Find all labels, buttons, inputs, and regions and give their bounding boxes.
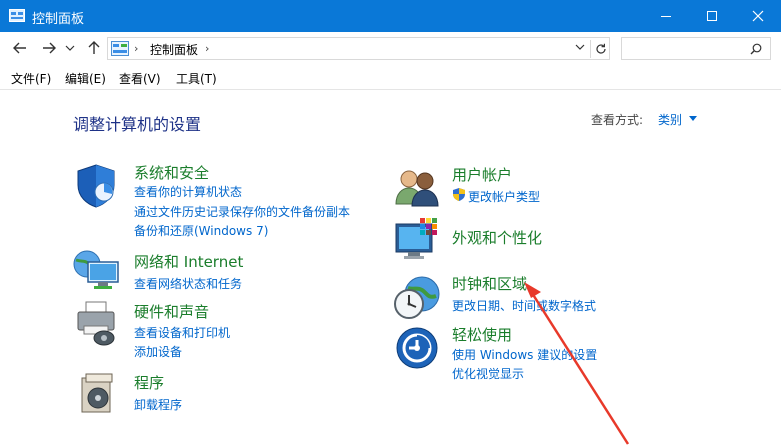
link-recommended-settings[interactable]: 使用 Windows 建议的设置	[452, 346, 597, 363]
link-devices-printers[interactable]: 查看设备和打印机	[134, 324, 230, 341]
caret-down-icon[interactable]	[689, 116, 697, 121]
arrow-right-icon	[43, 42, 56, 54]
clock-region-icon[interactable]	[392, 274, 442, 322]
view-by-label: 查看方式:	[591, 113, 644, 127]
ease-of-access-icon[interactable]	[395, 326, 439, 370]
search-icon[interactable]	[750, 43, 762, 55]
menu-edit[interactable]: 编辑(E)	[65, 70, 106, 87]
category-hardware-sound[interactable]: 硬件和声音	[134, 301, 209, 322]
refresh-button[interactable]	[590, 40, 610, 58]
refresh-icon	[595, 43, 606, 54]
link-file-history[interactable]: 通过文件历史记录保存你的文件备份副本	[134, 203, 350, 220]
search-box[interactable]	[621, 37, 771, 60]
menu-tools[interactable]: 工具(T)	[176, 70, 217, 87]
chevron-down-icon	[65, 45, 75, 51]
breadcrumb-separator[interactable]: ›	[205, 42, 209, 55]
page-title: 调整计算机的设置	[73, 115, 202, 134]
minimize-button[interactable]	[643, 0, 689, 32]
minimize-icon	[661, 16, 671, 17]
link-uninstall-program[interactable]: 卸载程序	[134, 396, 182, 413]
view-by-dropdown[interactable]: 类别	[658, 111, 682, 128]
address-bar[interactable]: › 控制面板 ›	[107, 37, 610, 60]
category-ease-of-access[interactable]: 轻松使用	[452, 324, 512, 345]
arrow-left-icon	[13, 42, 26, 54]
maximize-icon	[707, 11, 717, 21]
recent-locations-button[interactable]	[63, 38, 77, 58]
maximize-button[interactable]	[689, 0, 735, 32]
close-icon	[752, 10, 764, 22]
link-view-computer-status[interactable]: 查看你的计算机状态	[134, 183, 242, 200]
appearance-icon[interactable]	[394, 216, 442, 262]
arrow-up-icon	[88, 41, 100, 54]
up-button[interactable]	[83, 38, 105, 58]
shield-icon[interactable]	[74, 163, 118, 209]
close-button[interactable]	[735, 0, 781, 32]
category-programs[interactable]: 程序	[134, 372, 164, 393]
link-backup-restore[interactable]: 备份和还原(Windows 7)	[134, 222, 268, 239]
category-appearance-personalization[interactable]: 外观和个性化	[452, 227, 542, 248]
search-input[interactable]	[626, 39, 746, 59]
link-change-date-time-format[interactable]: 更改日期、时间或数字格式	[452, 297, 596, 314]
uac-shield-icon	[453, 188, 465, 201]
menu-bar: 文件(F) 编辑(E) 查看(V) 工具(T)	[0, 66, 781, 90]
link-network-status[interactable]: 查看网络状态和任务	[134, 275, 242, 292]
link-change-account-type[interactable]: 更改帐户类型	[468, 188, 540, 205]
forward-button[interactable]	[38, 38, 60, 58]
user-accounts-icon[interactable]	[394, 166, 440, 208]
network-globe-icon[interactable]	[72, 248, 122, 292]
category-network-internet[interactable]: 网络和 Internet	[134, 251, 243, 272]
control-panel-icon	[9, 9, 25, 22]
menu-file[interactable]: 文件(F)	[11, 70, 51, 87]
control-panel-icon	[111, 41, 129, 56]
back-button[interactable]	[9, 38, 31, 58]
link-add-device[interactable]: 添加设备	[134, 343, 182, 360]
title-bar: 控制面板	[0, 0, 781, 32]
menu-view[interactable]: 查看(V)	[119, 70, 161, 87]
category-user-accounts[interactable]: 用户帐户	[452, 164, 512, 185]
category-clock-region[interactable]: 时钟和区域	[452, 273, 527, 294]
breadcrumb-separator[interactable]: ›	[134, 42, 138, 55]
link-optimize-visual-display[interactable]: 优化视觉显示	[452, 365, 524, 382]
printer-icon[interactable]	[72, 298, 120, 348]
address-dropdown-icon[interactable]	[575, 43, 585, 51]
breadcrumb-control-panel[interactable]: 控制面板	[150, 41, 198, 58]
window-title: 控制面板	[32, 12, 85, 27]
category-system-security[interactable]: 系统和安全	[134, 162, 209, 183]
programs-icon[interactable]	[78, 372, 118, 416]
